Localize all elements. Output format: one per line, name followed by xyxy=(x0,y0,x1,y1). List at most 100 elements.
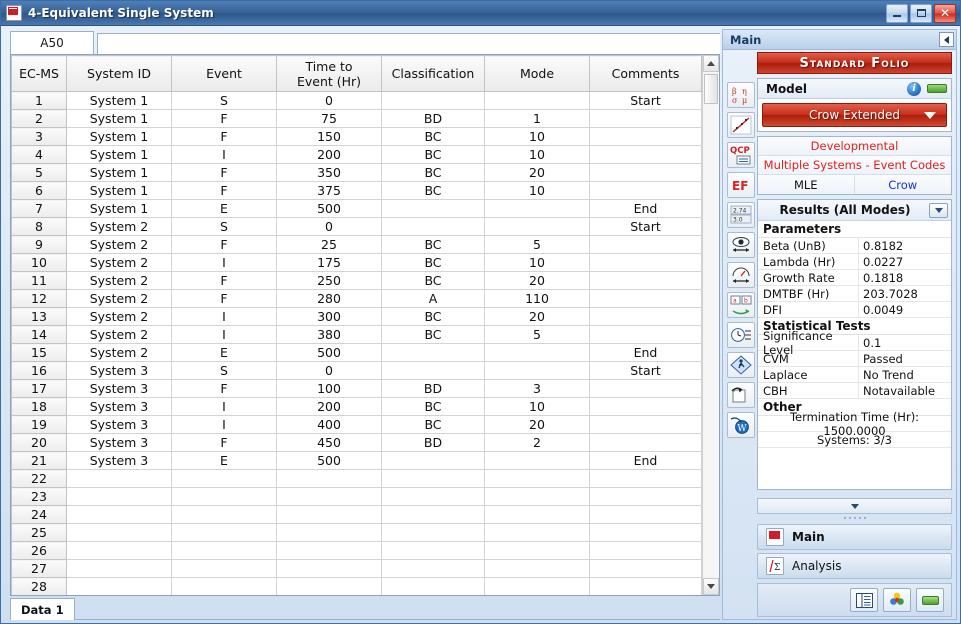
table-row[interactable]: 18 System 3 I 200 BC 10 xyxy=(11,397,702,416)
table-row[interactable]: 24 xyxy=(11,505,702,524)
cell-classification[interactable] xyxy=(381,541,485,560)
cell-comments[interactable] xyxy=(589,397,702,416)
cell-time-to-event[interactable]: 0 xyxy=(276,91,382,110)
cell-event[interactable]: I xyxy=(171,307,277,326)
cell-system-id[interactable]: System 2 xyxy=(66,253,172,272)
cell-time-to-event[interactable] xyxy=(276,505,382,524)
table-row[interactable]: 16 System 3 S 0 Start xyxy=(11,361,702,380)
column-header-comments[interactable]: Comments xyxy=(589,55,702,92)
cell-classification[interactable] xyxy=(381,451,485,470)
cell-system-id[interactable]: System 3 xyxy=(66,451,172,470)
cell-classification[interactable]: BC xyxy=(381,127,485,146)
row-header-cell[interactable]: 5 xyxy=(11,163,67,182)
cell-mode[interactable]: 10 xyxy=(484,145,590,164)
model-config-row[interactable]: Multiple Systems - Event Codes xyxy=(758,156,951,175)
cell-time-to-event[interactable]: 350 xyxy=(276,163,382,182)
cell-time-to-event[interactable]: 25 xyxy=(276,235,382,254)
cell-comments[interactable] xyxy=(589,487,702,506)
cell-system-id[interactable]: System 2 xyxy=(66,271,172,290)
cell-classification[interactable]: BC xyxy=(381,307,485,326)
cell-mode[interactable]: 5 xyxy=(484,325,590,344)
eye-view-icon[interactable] xyxy=(727,232,755,258)
cell-system-id[interactable] xyxy=(66,505,172,524)
cell-system-id[interactable]: System 1 xyxy=(66,127,172,146)
cell-classification[interactable]: BC xyxy=(381,397,485,416)
column-header-time-to-event[interactable]: Time to Event (Hr) xyxy=(276,55,382,92)
cell-classification[interactable] xyxy=(381,217,485,236)
info-icon[interactable]: i xyxy=(907,81,921,96)
beta-eta-sigma-mu-icon[interactable]: β η σ μ xyxy=(727,82,755,108)
cell-event[interactable]: F xyxy=(171,181,277,200)
row-header-cell[interactable]: 17 xyxy=(11,379,67,398)
cell-time-to-event[interactable] xyxy=(276,469,382,488)
table-row[interactable]: 28 xyxy=(11,577,702,595)
cell-mode[interactable] xyxy=(484,451,590,470)
table-row[interactable]: 11 System 2 F 250 BC 20 xyxy=(11,271,702,290)
cell-classification[interactable] xyxy=(381,577,485,595)
cell-classification[interactable] xyxy=(381,487,485,506)
cell-system-id[interactable] xyxy=(66,559,172,578)
cell-mode[interactable]: 5 xyxy=(484,235,590,254)
row-header-cell[interactable]: 11 xyxy=(11,271,67,290)
cell-comments[interactable] xyxy=(589,559,702,578)
cell-classification[interactable]: BD xyxy=(381,379,485,398)
row-header-cell[interactable]: 25 xyxy=(11,523,67,542)
weibull-w-icon[interactable]: W xyxy=(727,412,755,438)
cell-system-id[interactable]: System 2 xyxy=(66,325,172,344)
page-corner-icon[interactable] xyxy=(727,382,755,408)
cell-event[interactable] xyxy=(171,559,277,578)
transfer-ab-icon[interactable]: a b xyxy=(727,292,755,318)
cell-time-to-event[interactable]: 0 xyxy=(276,361,382,380)
model-type-row[interactable]: Developmental xyxy=(758,137,951,156)
cell-event[interactable]: E xyxy=(171,451,277,470)
row-header-cell[interactable]: 13 xyxy=(11,307,67,326)
cell-time-to-event[interactable]: 450 xyxy=(276,433,382,452)
cell-comments[interactable]: Start xyxy=(589,361,702,380)
row-header-cell[interactable]: 6 xyxy=(11,181,67,200)
cell-time-to-event[interactable] xyxy=(276,541,382,560)
table-row[interactable]: 13 System 2 I 300 BC 20 xyxy=(11,307,702,326)
cell-comments[interactable] xyxy=(589,181,702,200)
cell-mode[interactable] xyxy=(484,469,590,488)
cell-mode[interactable]: 20 xyxy=(484,307,590,326)
cell-classification[interactable]: BC xyxy=(381,415,485,434)
cell-comments[interactable] xyxy=(589,415,702,434)
cell-mode[interactable] xyxy=(484,91,590,110)
table-row[interactable]: 8 System 2 S 0 Start xyxy=(11,217,702,236)
cell-event[interactable]: F xyxy=(171,127,277,146)
cell-event[interactable]: F xyxy=(171,109,277,128)
cell-mode[interactable] xyxy=(484,217,590,236)
cell-system-id[interactable]: System 3 xyxy=(66,379,172,398)
cell-system-id[interactable]: System 1 xyxy=(66,91,172,110)
formula-input[interactable] xyxy=(97,33,720,54)
row-header-cell[interactable]: 7 xyxy=(11,199,67,218)
cell-time-to-event[interactable]: 500 xyxy=(276,451,382,470)
table-row[interactable]: 6 System 1 F 375 BC 10 xyxy=(11,181,702,200)
cell-classification[interactable]: BD xyxy=(381,109,485,128)
row-header-cell[interactable]: 26 xyxy=(11,541,67,560)
cell-classification[interactable]: BC xyxy=(381,253,485,272)
minimize-button[interactable] xyxy=(886,3,908,23)
cell-classification[interactable]: BC xyxy=(381,145,485,164)
table-row[interactable]: 14 System 2 I 380 BC 5 xyxy=(11,325,702,344)
cell-classification[interactable] xyxy=(381,505,485,524)
cell-comments[interactable] xyxy=(589,289,702,308)
cell-classification[interactable] xyxy=(381,469,485,488)
cell-classification[interactable]: BC xyxy=(381,325,485,344)
cell-event[interactable]: I xyxy=(171,253,277,272)
cell-system-id[interactable]: System 3 xyxy=(66,361,172,380)
row-header-cell[interactable]: 22 xyxy=(11,469,67,488)
cell-mode[interactable]: 10 xyxy=(484,127,590,146)
cell-system-id[interactable] xyxy=(66,541,172,560)
cell-classification[interactable]: BC xyxy=(381,271,485,290)
cell-system-id[interactable]: System 3 xyxy=(66,415,172,434)
cell-event[interactable]: F xyxy=(171,163,277,182)
cell-system-id[interactable] xyxy=(66,487,172,506)
cell-event[interactable] xyxy=(171,523,277,542)
cell-event[interactable]: I xyxy=(171,397,277,416)
cell-event[interactable]: I xyxy=(171,415,277,434)
cell-event[interactable]: I xyxy=(171,145,277,164)
row-header-cell[interactable]: 21 xyxy=(11,451,67,470)
cell-mode[interactable] xyxy=(484,487,590,506)
cell-classification[interactable]: A xyxy=(381,289,485,308)
